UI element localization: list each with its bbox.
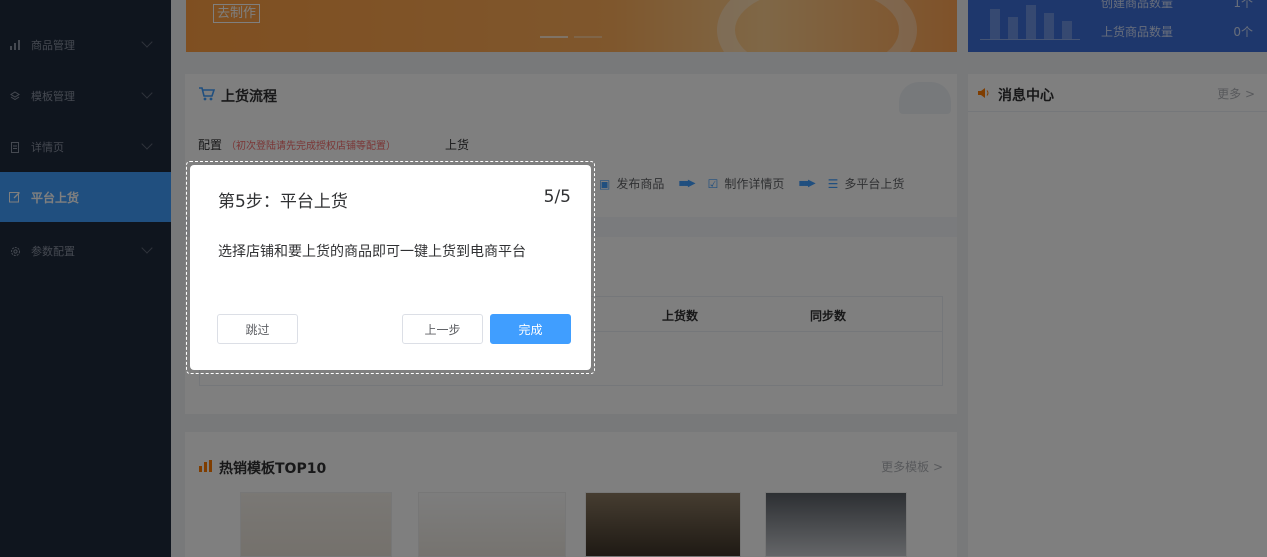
guide-description: 选择店铺和要上货的商品即可一键上货到电商平台 xyxy=(218,244,526,260)
guide-title: 第5步：平台上货 xyxy=(218,192,348,212)
guide-step-counter: 5/5 xyxy=(543,187,571,207)
previous-step-button[interactable]: 上一步 xyxy=(402,314,483,344)
guide-dialog: 第5步：平台上货 5/5 选择店铺和要上货的商品即可一键上货到电商平台 跳过 上… xyxy=(190,165,591,370)
finish-button[interactable]: 完成 xyxy=(490,314,571,344)
skip-button[interactable]: 跳过 xyxy=(217,314,298,344)
